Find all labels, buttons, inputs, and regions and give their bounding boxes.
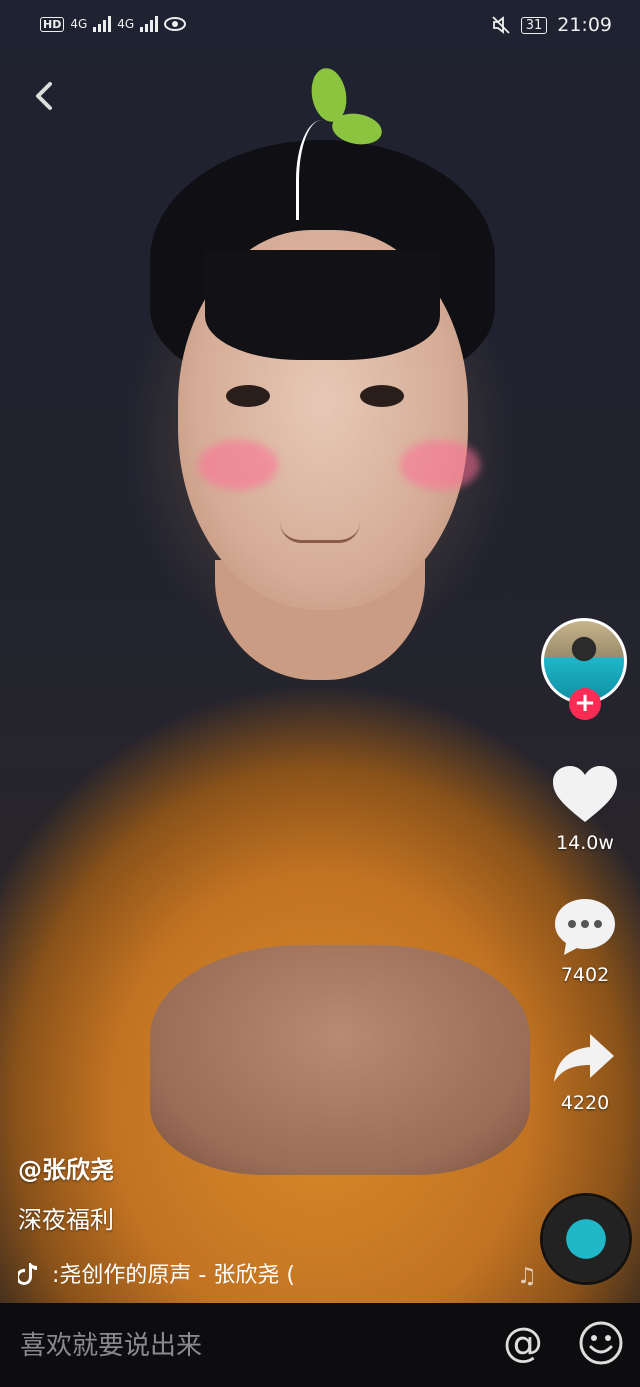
left-eye [226, 385, 270, 407]
battery-level: 31 [520, 16, 548, 34]
right-blush [400, 440, 480, 490]
left-blush [198, 440, 278, 490]
right-eye [360, 385, 404, 407]
like-button[interactable]: 14.0w [545, 764, 625, 854]
mention-button[interactable]: @ [498, 1318, 548, 1368]
sprout-stem [296, 120, 339, 220]
follow-button[interactable]: + [569, 688, 601, 720]
music-title: :尧创作的原声 - 张欣尧 ( [52, 1263, 295, 1288]
network-4g-label-2: 4G [117, 17, 135, 31]
comment-bubble-icon [555, 899, 615, 955]
music-marquee[interactable]: :尧创作的原声 - 张欣尧 ( [18, 1256, 348, 1290]
status-bar: HD 4G 4G 31 21:09 [0, 0, 640, 54]
heart-icon [553, 766, 617, 822]
comment-button[interactable]: 7402 [545, 896, 625, 986]
signal-icon-2 [140, 16, 159, 32]
emoji-button[interactable] [578, 1320, 624, 1366]
chevron-left-icon [36, 82, 52, 110]
share-arrow-icon [554, 1034, 614, 1082]
signal-icon [93, 16, 112, 32]
comment-count: 7402 [560, 964, 610, 986]
hair-fringe [205, 250, 440, 360]
status-time: 21:09 [557, 14, 612, 36]
author-handle[interactable]: @张欣尧 [18, 1150, 114, 1185]
mute-icon [492, 16, 510, 34]
hd-badge: HD [40, 16, 65, 32]
back-button[interactable] [26, 76, 66, 116]
tiktok-note-icon [18, 1263, 37, 1285]
status-right: 31 21:09 [491, 14, 612, 36]
music-note-icon: ♫ [517, 1264, 537, 1289]
status-left: HD 4G 4G [40, 16, 187, 32]
network-4g-label-1: 4G [70, 17, 88, 31]
like-count: 14.0w [556, 832, 614, 854]
music-disc[interactable] [543, 1196, 629, 1282]
comment-input[interactable] [18, 1318, 482, 1374]
hands [150, 945, 530, 1175]
smiley-icon [579, 1321, 623, 1365]
share-button[interactable]: 4220 [545, 1030, 625, 1114]
share-count: 4220 [560, 1092, 610, 1114]
video-caption: 深夜福利 [18, 1206, 114, 1234]
eye-icon [164, 17, 187, 31]
mouth [280, 522, 360, 543]
video-screen[interactable]: HD 4G 4G 31 21:09 + 14.0w 7402 4220 @张欣尧… [0, 0, 640, 1387]
